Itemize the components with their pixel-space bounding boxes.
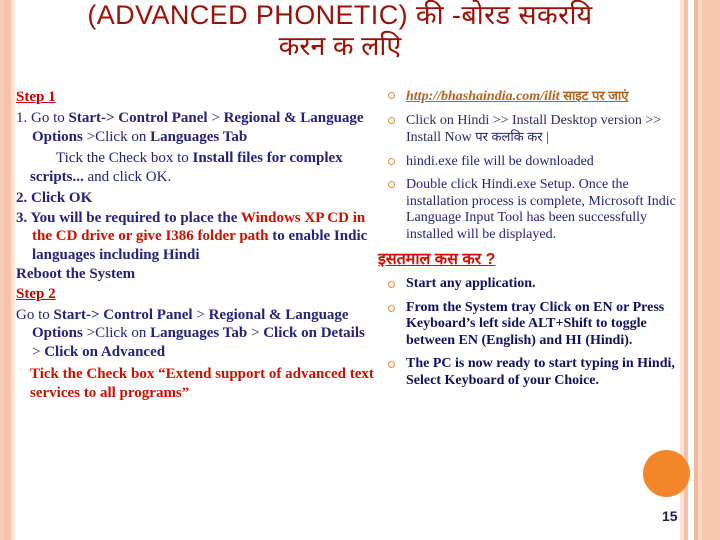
bullet-circle-icon <box>388 116 395 124</box>
title-line-1: (ADVANCED PHONETIC) की -बोरड सकरयि <box>4 0 676 31</box>
title-hindi-text-1: की -बोरड सकरयि <box>415 0 593 30</box>
right-list-item-toggle-language: From the System tray Click on EN or Pres… <box>384 300 680 350</box>
subnote-text-1: Tick the Check box to <box>56 150 193 166</box>
start-app-text: Start any application. <box>406 276 536 291</box>
right-list-item-setup: Double click Hindi.exe Setup. Once the i… <box>384 177 680 243</box>
toggle-bold-en-hi: EN (English) and HI (Hindi). <box>458 332 633 348</box>
item3-text-1: You will be required to place the <box>27 209 241 226</box>
bullet-circle-icon <box>388 92 395 99</box>
toggle-text-1: From the System tray Click on <box>406 299 594 315</box>
step2-text-5: > <box>32 343 45 360</box>
left-content-column: Step 1 1. Go to Start-> Control Panel > … <box>16 88 376 403</box>
left-list-item-2: 2. Click OK <box>16 190 93 206</box>
left-step2-instruction: Go to Start-> Control Panel > Regional &… <box>16 306 376 362</box>
item1-text-3: >Click on <box>82 128 151 145</box>
border-stripe-left-3 <box>11 0 15 540</box>
step1-heading: Step 1 <box>16 89 56 105</box>
step2-heading: Step 2 <box>16 285 56 302</box>
title-latin-text: (ADVANCED PHONETIC) <box>87 0 408 30</box>
ready-text: The PC is now ready to start typing in H… <box>406 356 675 388</box>
step2-text-4: > <box>247 325 264 341</box>
step2-bold-details: Click on Details <box>263 325 365 341</box>
install-desktop-tail: | <box>542 130 549 145</box>
right-list-item-ready: The PC is now ready to start typing in H… <box>384 356 680 389</box>
bullet-circle-icon <box>388 304 395 312</box>
usage-subheading-hindi: इसतमाल कस कर ? <box>378 251 496 268</box>
left-subnote-tick-complex-scripts: Tick the Check box to Install files for … <box>16 149 376 186</box>
left-tick-extend-support: Tick the Check box “Extend support of ad… <box>30 366 374 401</box>
item3-number: 3. <box>16 209 28 226</box>
item1-number: 1. <box>16 110 28 126</box>
left-list-item-1: 1. Go to Start-> Control Panel > Regiona… <box>16 109 376 146</box>
right-list-item-visit-site: http://bhashaindia.com/ilit साइट पर जाएं <box>384 88 680 106</box>
left-reboot-line: Reboot the System <box>16 266 136 282</box>
border-stripe-left-2 <box>4 0 11 540</box>
item1-bold-control-panel: Control Panel <box>118 110 208 126</box>
orange-circle-decoration <box>643 450 690 497</box>
step2-bold-start: Start-> <box>53 306 104 323</box>
step2-text-3: >Click on <box>82 325 151 341</box>
step2-bold-control-panel: Control Panel <box>103 306 193 323</box>
bullet-circle-icon <box>388 281 395 288</box>
bullet-circle-icon <box>388 361 395 368</box>
slide-title: बोझल दवारा हि द उननत ि लि खत (ADVANCED P… <box>4 0 676 62</box>
item1-text-1: Go to <box>31 110 69 126</box>
title-line-2: करन क लएि <box>278 31 402 61</box>
right-content-column: http://bhashaindia.com/ilit साइट पर जाएं… <box>378 88 680 396</box>
step2-text-1: Go to <box>16 306 54 323</box>
subnote-text-2: and click OK. <box>83 168 172 185</box>
download-text: hindi.exe file will be downloaded <box>406 153 594 169</box>
bullet-circle-icon <box>388 181 395 188</box>
slide-page-number: 15 <box>662 508 678 524</box>
step2-bold-languages-tab: Languages Tab <box>150 325 248 341</box>
bhashaindia-link[interactable]: http://bhashaindia.com/ilit <box>406 89 560 104</box>
step2-text-2: > <box>192 306 209 323</box>
item1-text-2: > <box>207 110 224 126</box>
right-list-item-download: hindi.exe file will be downloaded <box>384 154 680 171</box>
bullet-circle-icon <box>388 157 395 165</box>
toggle-bold-en: EN <box>593 299 613 315</box>
item1-bold-start: Start-> <box>68 110 119 126</box>
right-list-item-start-app: Start any application. <box>384 276 680 293</box>
border-stripe-right-6 <box>702 0 720 540</box>
step2-bold-advanced: Click on Advanced <box>44 343 166 360</box>
right-list-item-install-desktop: Click on Hindi >> Install Desktop versio… <box>384 113 680 147</box>
left-list-item-3: 3. You will be required to place the Win… <box>16 209 376 265</box>
item1-bold-languages-tab: Languages Tab <box>150 128 248 145</box>
presentation-slide: बोझल दवारा हि द उननत ि लि खत (ADVANCED P… <box>0 0 720 540</box>
visit-site-hindi: साइट पर जाएं <box>559 88 629 103</box>
install-desktop-hindi: पर कलकि कर <box>475 129 543 144</box>
setup-text: Double click Hindi.exe Setup. Once the i… <box>406 177 676 242</box>
